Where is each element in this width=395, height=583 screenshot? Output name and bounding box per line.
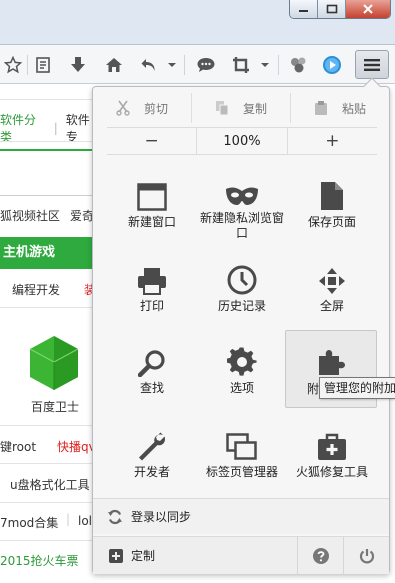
section-banner: 主机游戏	[0, 237, 100, 269]
find-button[interactable]: 查找	[107, 337, 197, 407]
home-icon[interactable]	[102, 53, 126, 77]
undo-icon[interactable]	[137, 53, 161, 77]
window-controls	[289, 0, 391, 19]
cut-label: 剪切	[143, 101, 168, 116]
list-item[interactable]: u盘格式化工具	[10, 476, 90, 493]
paste-label: 粘贴	[341, 101, 366, 116]
new-window-icon	[137, 183, 167, 211]
app-name[interactable]: 百度卫士	[31, 398, 79, 415]
fullscreen-label: 全屏	[319, 299, 344, 313]
list-item[interactable]: lol	[78, 514, 92, 528]
add-ons-tooltip: 管理您的附加组件	[319, 377, 395, 399]
minimize-button[interactable]	[290, 0, 318, 18]
browser-menu-panel: 剪切 复制 粘贴 − 100% + 新建窗口 新建隐私浏览窗口 保存页面 打印 …	[92, 77, 390, 575]
puzzle-icon	[319, 350, 345, 375]
search-box-border	[0, 149, 100, 151]
paste-button[interactable]: 粘贴	[290, 93, 389, 123]
link-item[interactable]: 狐视频社区	[0, 207, 60, 224]
copy-icon	[215, 101, 229, 116]
tab-manager-button[interactable]: 标签页管理器	[197, 421, 287, 491]
repair-kit-icon	[318, 433, 346, 460]
private-mask-icon	[226, 187, 258, 205]
window-titlebar	[0, 0, 395, 44]
new-window-label: 新建窗口	[127, 215, 176, 229]
save-page-label: 保存页面	[307, 215, 356, 229]
options-button[interactable]: 选项	[197, 337, 287, 407]
print-label: 打印	[139, 299, 164, 313]
developer-label: 开发者	[133, 465, 170, 479]
repair-tool-label: 火狐修复工具	[295, 465, 368, 479]
maximize-button[interactable]	[318, 0, 346, 18]
tab-manager-icon	[226, 433, 257, 460]
hamburger-menu-icon[interactable]	[355, 50, 389, 79]
list-item[interactable]: 2015抢火车票	[0, 552, 79, 569]
link-row: 狐视频社区 爱奇	[0, 207, 94, 224]
save-page-icon	[321, 182, 343, 210]
download-icon[interactable]	[66, 53, 90, 77]
gear-icon	[227, 347, 257, 376]
category-link-software[interactable]: 软件分类	[0, 111, 46, 145]
category-nav: 软件分类 | 软件专	[0, 113, 100, 144]
plus-square-icon	[109, 548, 123, 563]
print-button[interactable]: 打印	[107, 255, 197, 325]
scissors-icon	[116, 100, 130, 116]
crop-icon[interactable]	[229, 53, 253, 77]
dropdown-arrow-icon[interactable]	[257, 53, 273, 77]
developer-button[interactable]: 开发者	[107, 421, 197, 491]
fullscreen-button[interactable]: 全屏	[287, 255, 377, 325]
zoom-in-button[interactable]: +	[288, 128, 377, 154]
sync-label: 登录以同步	[131, 510, 192, 524]
extension-icon[interactable]	[287, 53, 311, 77]
copy-label: 复制	[242, 101, 267, 116]
fullscreen-icon	[319, 268, 345, 294]
zoom-controls: − 100% +	[107, 127, 377, 155]
menu-footer: 定制	[93, 536, 389, 575]
list-item[interactable]: 快播qv	[57, 438, 96, 455]
close-button[interactable]	[346, 0, 390, 18]
sync-icon	[108, 509, 122, 524]
save-page-button[interactable]: 保存页面	[287, 171, 377, 241]
repair-tool-button[interactable]: 火狐修复工具	[287, 421, 377, 491]
zoom-out-button[interactable]: −	[107, 128, 196, 154]
link-item[interactable]: 爱奇	[70, 207, 94, 224]
new-window-button[interactable]: 新建窗口	[107, 171, 197, 241]
new-private-window-label: 新建隐私浏览窗口	[200, 211, 285, 240]
list-item[interactable]: 键root	[0, 438, 36, 455]
copy-button[interactable]: 复制	[191, 93, 290, 123]
navigation-toolbar	[0, 44, 395, 84]
tab-programming[interactable]: 编程开发	[12, 281, 60, 298]
video-player-icon[interactable]	[320, 53, 344, 77]
section-tabs: 编程开发 装	[12, 281, 96, 298]
tab-manager-label: 标签页管理器	[205, 465, 278, 479]
zoom-reset-button[interactable]: 100%	[196, 128, 288, 154]
help-icon	[312, 547, 329, 564]
chat-bubble-icon[interactable]	[194, 53, 218, 77]
customize-button[interactable]: 定制	[93, 547, 297, 564]
new-private-window-button[interactable]: 新建隐私浏览窗口	[197, 171, 287, 241]
history-button[interactable]: 历史记录	[197, 255, 287, 325]
find-label: 查找	[139, 381, 164, 395]
quit-button[interactable]	[343, 536, 389, 575]
help-button[interactable]	[297, 536, 343, 575]
history-clock-icon	[227, 265, 257, 295]
history-label: 历史记录	[217, 299, 266, 313]
sign-in-sync-button[interactable]: 登录以同步	[93, 498, 389, 534]
power-icon	[359, 548, 374, 563]
clipboard-icon	[314, 101, 327, 115]
printer-icon	[138, 268, 166, 295]
edit-controls: 剪切 复制 粘贴	[93, 93, 389, 123]
bookmark-star-icon[interactable]	[1, 53, 25, 77]
list-item[interactable]: 7mod合集	[0, 514, 58, 531]
reading-list-icon[interactable]	[31, 53, 55, 77]
options-label: 选项	[229, 381, 254, 395]
wrench-icon	[139, 432, 166, 461]
search-icon	[138, 350, 165, 377]
customize-label: 定制	[131, 549, 156, 563]
dropdown-arrow-icon[interactable]	[164, 53, 180, 77]
cut-button[interactable]: 剪切	[93, 93, 191, 123]
baidu-guard-logo-icon[interactable]	[28, 335, 80, 391]
